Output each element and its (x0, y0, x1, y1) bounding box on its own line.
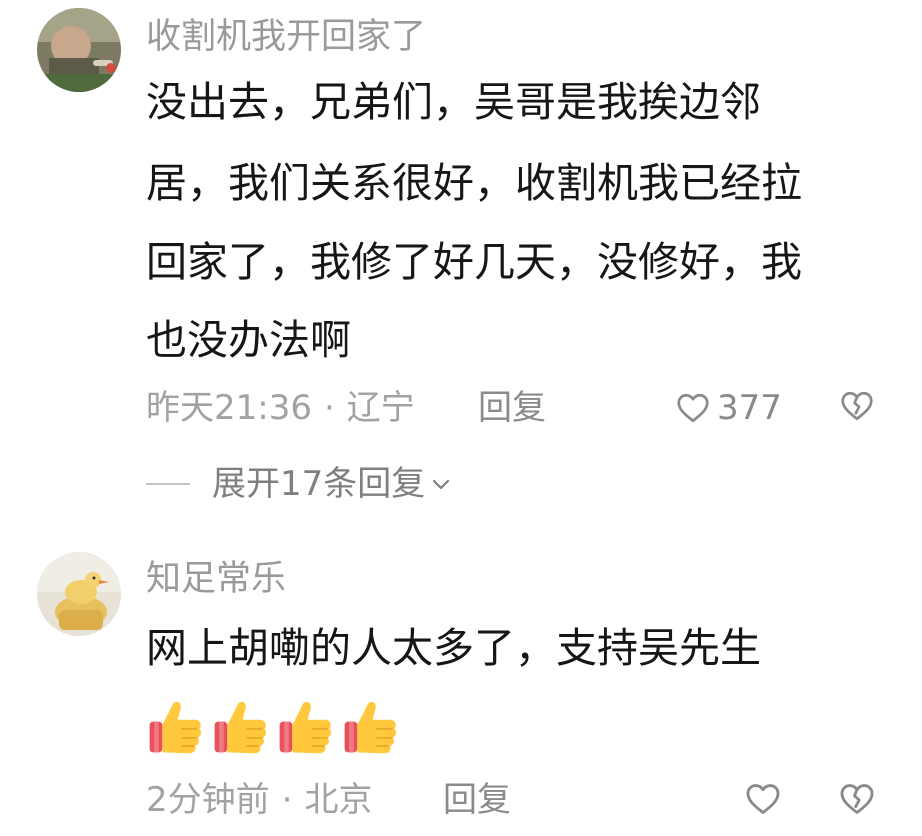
comment-text-line: 居，我们关系很好，收割机我已经拉 (146, 159, 802, 207)
expand-divider (146, 483, 190, 485)
comment-text-line: 没出去，兄弟们，吴哥是我挨边邻 (146, 78, 761, 126)
comment-location: 北京 (304, 780, 373, 820)
avatar-image (37, 8, 121, 92)
broken-heart-icon (840, 784, 874, 814)
comment-meta: 昨天21:36 · 辽宁 (146, 388, 415, 428)
avatar-image (37, 552, 121, 636)
comment-username[interactable]: 知足常乐 (146, 558, 286, 600)
comment-time: 2分钟前 (146, 780, 270, 820)
emoji-row (146, 698, 406, 756)
comment-meta: 2分钟前 · 北京 (146, 780, 372, 820)
dislike-button[interactable] (838, 388, 876, 428)
comment-time: 昨天21:36 (146, 388, 312, 428)
thumbs-up-icon (279, 701, 332, 754)
avatar[interactable] (37, 552, 121, 636)
expand-replies-button[interactable]: 展开17条回复 (146, 464, 453, 504)
thumbs-up-icon (344, 701, 397, 754)
heart-icon (746, 784, 780, 814)
comment-username[interactable]: 收割机我开回家了 (146, 16, 426, 58)
comment-item: 知足常乐 网上胡嘞的人太多了，支持吴先生 2分钟前 · 北京 回复 (0, 540, 922, 836)
reply-button[interactable]: 回复 (443, 780, 511, 820)
like-button[interactable]: 377 (675, 388, 782, 428)
heart-icon (677, 393, 709, 423)
comment-text-line: 网上胡嘞的人太多了，支持吴先生 (146, 624, 761, 672)
comment-location: 辽宁 (346, 388, 415, 428)
meta-separator: · (281, 780, 293, 820)
like-count: 377 (717, 388, 782, 428)
comment-text-line: 也没办法啊 (146, 316, 351, 364)
chevron-down-icon (433, 479, 450, 490)
thumbs-up-icon (214, 701, 267, 754)
comment-text-line: 回家了，我修了好几天，没修好，我 (146, 238, 802, 286)
reply-button[interactable]: 回复 (478, 388, 546, 428)
thumbs-up-icon (149, 701, 202, 754)
avatar[interactable] (37, 8, 121, 92)
meta-separator: · (323, 388, 335, 428)
expand-replies-label: 展开17条回复 (212, 464, 426, 504)
like-button[interactable] (744, 780, 782, 818)
dislike-button[interactable] (838, 780, 876, 822)
broken-heart-icon (841, 391, 873, 421)
comment-item: 收割机我开回家了 没出去，兄弟们，吴哥是我挨边邻 居，我们关系很好，收割机我已经… (0, 0, 922, 520)
